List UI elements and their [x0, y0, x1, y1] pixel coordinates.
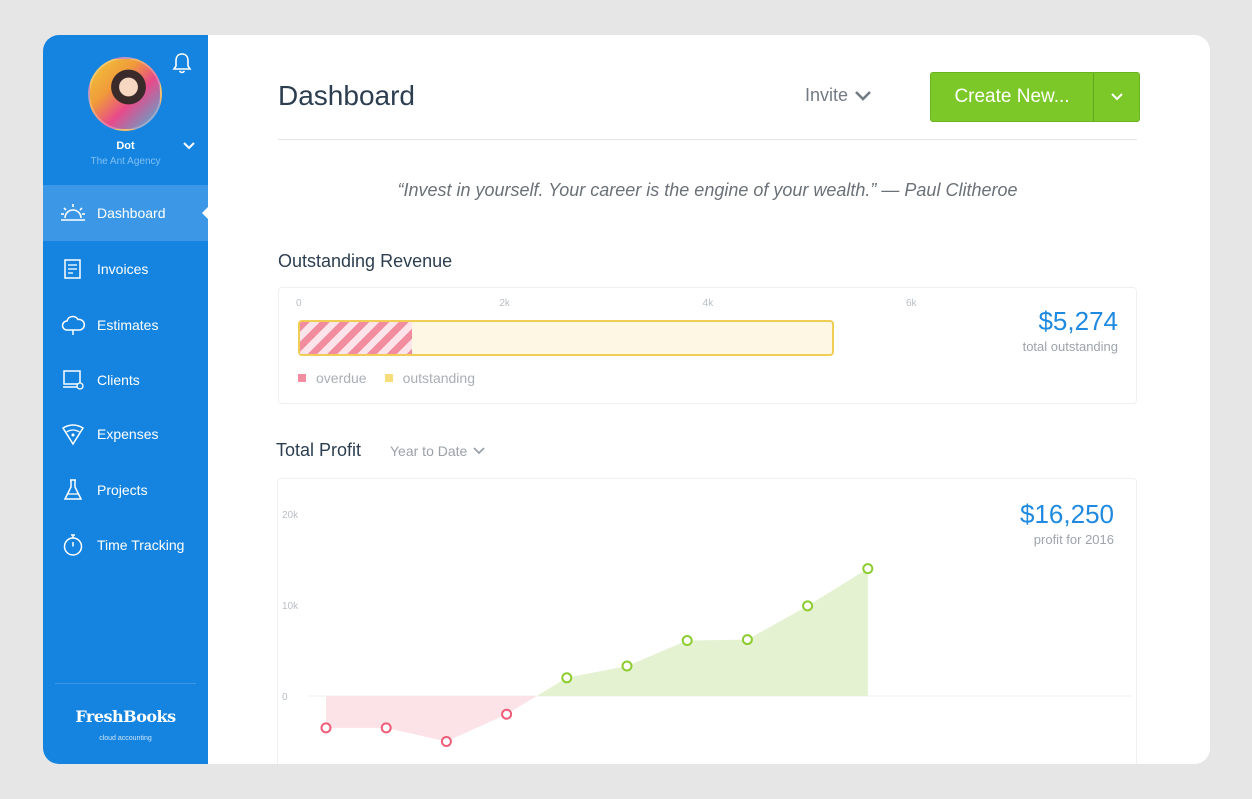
revenue-legend: overdue outstanding	[298, 370, 493, 386]
sidebar-item-label: Projects	[97, 482, 148, 498]
clients-icon	[59, 368, 87, 392]
legend-swatch	[384, 374, 393, 382]
chevron-down-icon[interactable]	[182, 141, 196, 151]
profit-data-point	[561, 672, 573, 684]
invoice-icon	[59, 257, 87, 281]
profit-data-point	[440, 736, 452, 747]
y-tick-label: 20k	[282, 510, 299, 521]
y-tick-label: 10k	[282, 601, 299, 612]
total-profit-card: 0 10k 20k $16,250 profit for 2016	[277, 478, 1137, 764]
create-new-button[interactable]: Create New...	[931, 73, 1093, 121]
sidebar-item-label: Clients	[97, 371, 140, 388]
profit-data-point	[681, 634, 693, 646]
legend-item-overdue: overdue	[298, 370, 367, 386]
main-content: Dashboard Invite Create New... “Invest i…	[208, 35, 1210, 764]
motivational-quote: “Invest in yourself. Your career is the …	[397, 180, 1018, 200]
create-new-dropdown[interactable]	[1094, 73, 1139, 121]
cloud-icon	[59, 313, 87, 337]
invite-label: Invite	[805, 85, 849, 105]
header-divider	[278, 139, 1137, 140]
axis-tick-label: 6k	[906, 298, 917, 309]
sidebar-item-time-tracking[interactable]: Time Tracking	[43, 518, 208, 571]
expenses-icon	[59, 422, 87, 446]
outstanding-revenue-title: Outstanding Revenue	[278, 251, 453, 271]
sidebar: Dot The Ant Agency Dashboard Invoices Es…	[43, 35, 208, 764]
axis-tick-label: 0	[296, 298, 302, 309]
profit-amount: $16,250	[1020, 499, 1114, 529]
period-label: Year to Date	[390, 443, 468, 459]
outstanding-revenue-card: 0 2k 4k 6k overdue outstanding $5,274 total…	[278, 287, 1137, 404]
sidebar-item-label: Expenses	[97, 426, 159, 442]
flask-icon	[59, 478, 87, 502]
chevron-down-icon	[855, 90, 871, 101]
overdue-bar-segment[interactable]	[300, 322, 412, 354]
legend-label: outstanding	[402, 370, 475, 386]
sidebar-item-projects[interactable]: Projects	[43, 462, 208, 518]
profit-data-point	[380, 722, 392, 734]
page-title: Dashboard	[278, 80, 415, 111]
sidebar-divider	[55, 683, 196, 684]
profit-data-point	[621, 660, 633, 672]
freshbooks-logo[interactable]: FreshBooks	[43, 707, 208, 726]
invite-dropdown[interactable]: Invite	[805, 85, 872, 106]
app-window: Dot The Ant Agency Dashboard Invoices Es…	[43, 35, 1210, 764]
profit-amount-label: profit for 2016	[1033, 532, 1114, 547]
stopwatch-icon	[59, 533, 87, 557]
avatar[interactable]	[88, 57, 162, 131]
y-tick-label: 0	[282, 692, 288, 703]
period-dropdown[interactable]: Year to Date	[390, 443, 486, 459]
sidebar-item-estimates[interactable]: Estimates	[43, 297, 208, 353]
axis-tick-label: 4k	[702, 298, 714, 309]
profit-chart: 0 10k 20k	[282, 510, 1133, 747]
chevron-down-icon	[473, 447, 485, 455]
sidebar-item-label: Dashboard	[97, 205, 166, 221]
user-org: The Ant Agency	[90, 156, 161, 167]
profit-data-point	[320, 722, 332, 734]
legend-swatch	[298, 374, 306, 382]
dashboard-icon	[59, 201, 87, 225]
profit-data-point	[802, 600, 814, 612]
sidebar-item-dashboard[interactable]: Dashboard	[43, 185, 208, 241]
positive-profit-area	[536, 568, 868, 696]
logo-tagline: cloud accounting	[99, 735, 152, 742]
sidebar-item-label: Invoices	[97, 261, 149, 277]
bell-icon[interactable]	[171, 51, 193, 75]
sidebar-item-clients[interactable]: Clients	[43, 353, 208, 406]
total-profit-title: Total Profit	[276, 440, 362, 460]
profit-data-point	[862, 563, 874, 575]
outstanding-bar[interactable]	[298, 320, 835, 356]
profit-data-point	[741, 634, 753, 646]
total-outstanding-label: total outstanding	[1022, 339, 1118, 354]
sidebar-nav: Dashboard Invoices Estimates Clients Exp…	[43, 185, 208, 571]
total-outstanding-amount: $5,274	[1038, 306, 1118, 336]
create-new-button-group: Create New...	[930, 72, 1140, 122]
legend-label: overdue	[316, 370, 367, 386]
profit-data-point	[501, 708, 513, 720]
sidebar-item-label: Estimates	[97, 317, 159, 333]
legend-item-outstanding: outstanding	[384, 370, 475, 386]
sidebar-item-expenses[interactable]: Expenses	[43, 406, 208, 462]
sidebar-item-invoices[interactable]: Invoices	[43, 241, 208, 297]
chevron-down-icon	[1110, 93, 1123, 101]
axis-tick-label: 2k	[499, 298, 510, 309]
sidebar-item-label: Time Tracking	[97, 536, 185, 553]
